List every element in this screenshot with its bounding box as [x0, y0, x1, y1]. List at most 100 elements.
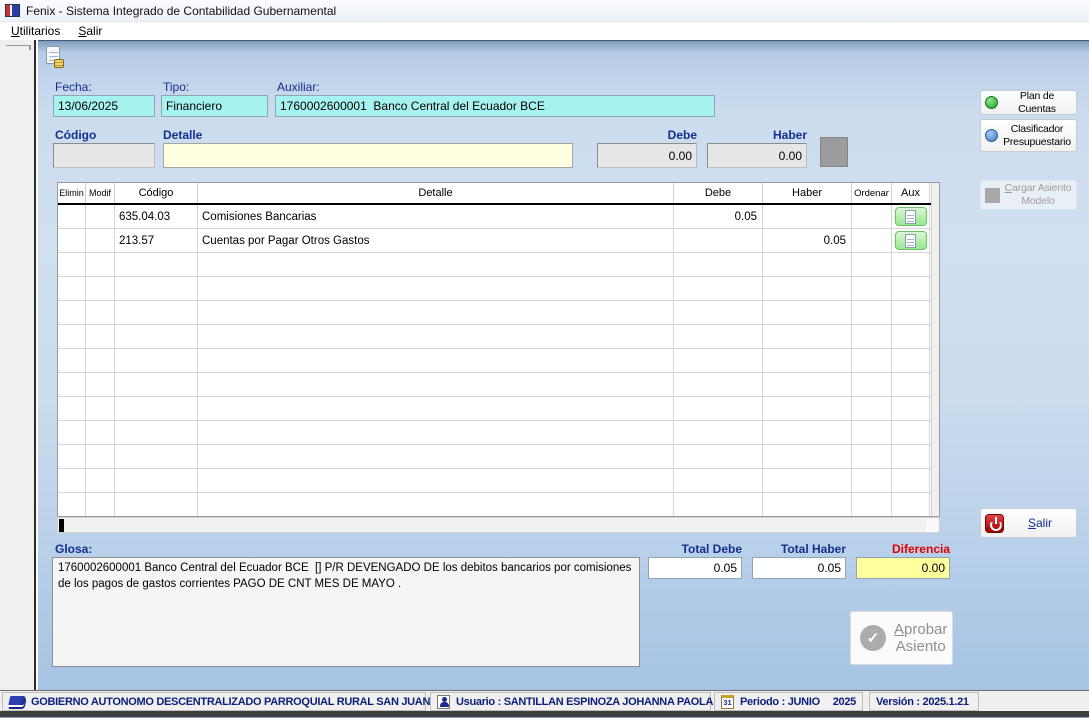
user-icon — [437, 695, 450, 709]
grid-cell-haber — [763, 469, 852, 492]
grid-cell-aux — [892, 325, 930, 348]
glosa-textarea[interactable]: 1760002600001 Banco Central del Ecuador … — [52, 557, 640, 667]
auxiliar-label: Auxiliar: — [277, 80, 320, 94]
grid-cell-aux — [892, 493, 930, 516]
menu-salir[interactable]: Salir — [69, 22, 111, 40]
grid-cell-elimin — [58, 301, 86, 324]
grid-cell-ordenar — [852, 421, 892, 444]
status-user-section: Usuario : SANTILLAN ESPINOZA JOHANNA PAO… — [430, 692, 711, 711]
grid-cell-elimin — [58, 469, 86, 492]
grid-header-col-3: Detalle — [198, 183, 674, 203]
scrollbar-thumb[interactable] — [59, 519, 64, 532]
cargar-asiento-modelo-button[interactable]: Cargar Asiento Modelo — [980, 180, 1077, 210]
grid-cell-modif — [86, 253, 115, 276]
detalle-label: Detalle — [163, 128, 202, 142]
grid-cell-ordenar — [852, 373, 892, 396]
debe-input[interactable]: 0.00 — [597, 143, 697, 168]
grid-cell-ordenar — [852, 493, 892, 516]
grid-cell-elimin — [58, 445, 86, 468]
grid-cell-debe — [674, 301, 763, 324]
status-bar: GOBIERNO AUTONOMO DESCENTRALIZADO PARROQ… — [0, 690, 1089, 711]
grid-cell-aux — [892, 373, 930, 396]
toolbar-grip[interactable] — [6, 45, 31, 50]
plan-de-cuentas-button[interactable]: Plan de Cuentas — [980, 90, 1077, 115]
grid-cell-aux — [892, 469, 930, 492]
haber-input[interactable]: 0.00 — [707, 143, 807, 168]
tipo-label: Tipo: — [163, 80, 189, 94]
document-icon — [905, 234, 916, 248]
grid-cell-modif — [86, 421, 115, 444]
grid-cell-ordenar — [852, 349, 892, 372]
aux-detail-button[interactable] — [895, 207, 927, 226]
grid-cell-modif — [86, 493, 115, 516]
grid-cell-debe — [674, 229, 763, 252]
auxiliar-input[interactable]: 1760002600001 Banco Central del Ecuador … — [275, 95, 715, 117]
tipo-input[interactable]: Financiero — [161, 95, 268, 117]
title-bar: Fenix - Sistema Integrado de Contabilida… — [0, 0, 1089, 22]
grid-cell-elimin — [58, 277, 86, 300]
fecha-input[interactable]: 13/06/2025 — [53, 95, 155, 117]
grid-cell-detalle — [198, 493, 674, 516]
window-bottom-edge — [0, 711, 1089, 718]
grid-cell-ordenar — [852, 229, 892, 252]
grid-vertical-scrollbar[interactable] — [931, 183, 939, 516]
codigo-input[interactable] — [53, 143, 155, 168]
grid-cell-modif — [86, 301, 115, 324]
grid-cell-ordenar — [852, 253, 892, 276]
grid-row-empty — [58, 373, 939, 397]
grid-row[interactable]: 213.57Cuentas por Pagar Otros Gastos0.05 — [58, 229, 939, 253]
grid-row[interactable]: 635.04.03Comisiones Bancarias0.05 — [58, 205, 939, 229]
grid-cell-codigo — [115, 253, 198, 276]
grid-row-empty — [58, 301, 939, 325]
haber-label: Haber — [750, 128, 807, 142]
journal-entry-icon[interactable] — [46, 46, 64, 68]
grid-cell-modif — [86, 445, 115, 468]
calendar-icon: 31 — [721, 695, 734, 709]
grid-cell-ordenar — [852, 301, 892, 324]
grid-horizontal-scrollbar[interactable] — [57, 517, 940, 533]
total-haber-label: Total Haber — [752, 542, 846, 556]
diferencia-value: 0.00 — [856, 557, 950, 579]
menu-utilitarios[interactable]: Utilitarios — [2, 22, 69, 40]
add-entry-button[interactable] — [820, 137, 848, 167]
grid-cell-debe — [674, 397, 763, 420]
grid-cell-modif — [86, 205, 115, 228]
grid-header-col-0: Elimin — [58, 183, 86, 203]
status-entity-section: GOBIERNO AUTONOMO DESCENTRALIZADO PARROQ… — [2, 692, 426, 711]
grid-cell-aux — [892, 445, 930, 468]
salir-button[interactable]: Salir — [980, 508, 1077, 538]
grid-header-col-7: Aux — [892, 183, 930, 203]
grid-cell-debe — [674, 373, 763, 396]
grid-cell-detalle — [198, 397, 674, 420]
aux-detail-button[interactable] — [895, 231, 927, 250]
grid-row-empty — [58, 253, 939, 277]
debe-label: Debe — [640, 128, 697, 142]
status-period-section: 31 Periodo : JUNIO 2025 — [714, 692, 863, 711]
grid-cell-aux — [892, 205, 930, 228]
version-label: Versión : 2025.1.21 — [876, 696, 969, 708]
grid-cell-haber — [763, 349, 852, 372]
entries-grid: EliminModifCódigoDetalleDebeHaberOrdenar… — [57, 182, 940, 517]
grid-cell-modif — [86, 373, 115, 396]
grid-cell-detalle — [198, 253, 674, 276]
grid-cell-codigo — [115, 397, 198, 420]
grid-header-col-2: Código — [115, 183, 198, 203]
grid-cell-haber — [763, 301, 852, 324]
grid-header-col-5: Haber — [763, 183, 852, 203]
grid-row-empty — [58, 469, 939, 493]
grid-cell-ordenar — [852, 469, 892, 492]
blue-sphere-icon — [985, 129, 998, 142]
grid-cell-codigo — [115, 421, 198, 444]
clasificador-presupuestario-button[interactable]: Clasificador Presupuestario — [980, 119, 1077, 152]
grid-cell-debe — [674, 277, 763, 300]
aprobar-asiento-button[interactable]: ✓ Aprobar Asiento — [850, 611, 953, 665]
window-title: Fenix - Sistema Integrado de Contabilida… — [26, 4, 336, 18]
fecha-label: Fecha: — [55, 80, 92, 94]
detalle-input[interactable] — [163, 143, 573, 168]
grid-cell-elimin — [58, 493, 86, 516]
grid-row-empty — [58, 421, 939, 445]
grid-cell-codigo — [115, 469, 198, 492]
grid-cell-haber — [763, 277, 852, 300]
grid-cell-elimin — [58, 373, 86, 396]
app-icon — [5, 4, 20, 17]
